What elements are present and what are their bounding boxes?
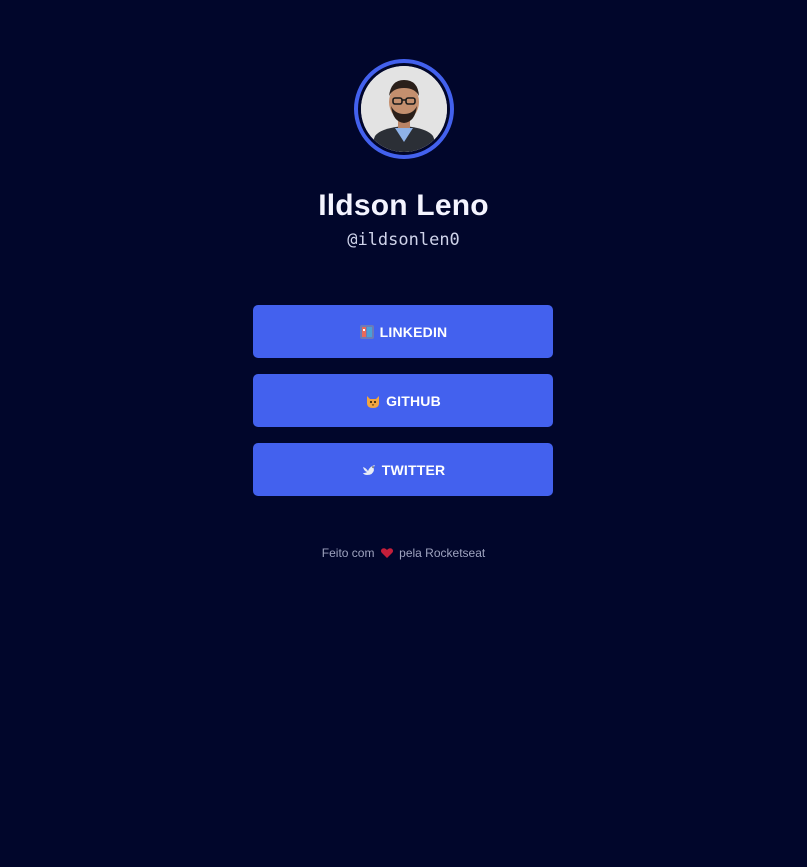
profile-section: Ildson Leno @ildsonlen0 — [0, 59, 807, 252]
briefcase-icon — [359, 324, 374, 339]
links-list: LINKEDIN GITHUB TWITTER — [253, 305, 553, 512]
heart-icon — [380, 548, 393, 558]
profile-name: Ildson Leno — [318, 189, 489, 222]
github-label: GITHUB — [386, 392, 441, 409]
avatar — [360, 66, 447, 152]
bird-icon — [362, 464, 375, 475]
linkedin-label: LINKEDIN — [379, 323, 448, 340]
twitter-label: TWITTER — [381, 461, 446, 478]
cat-icon — [367, 395, 380, 408]
linkedin-button[interactable]: LINKEDIN — [253, 305, 553, 358]
profile-handle: @ildsonlen0 — [347, 230, 460, 250]
avatar-ring — [353, 59, 454, 159]
twitter-button[interactable]: TWITTER — [253, 443, 553, 496]
footer: Feito com pela Rocketseat — [0, 545, 807, 561]
footer-suffix: pela Rocketseat — [399, 546, 486, 560]
github-button[interactable]: GITHUB — [253, 374, 553, 427]
footer-prefix: Feito com — [321, 546, 375, 560]
